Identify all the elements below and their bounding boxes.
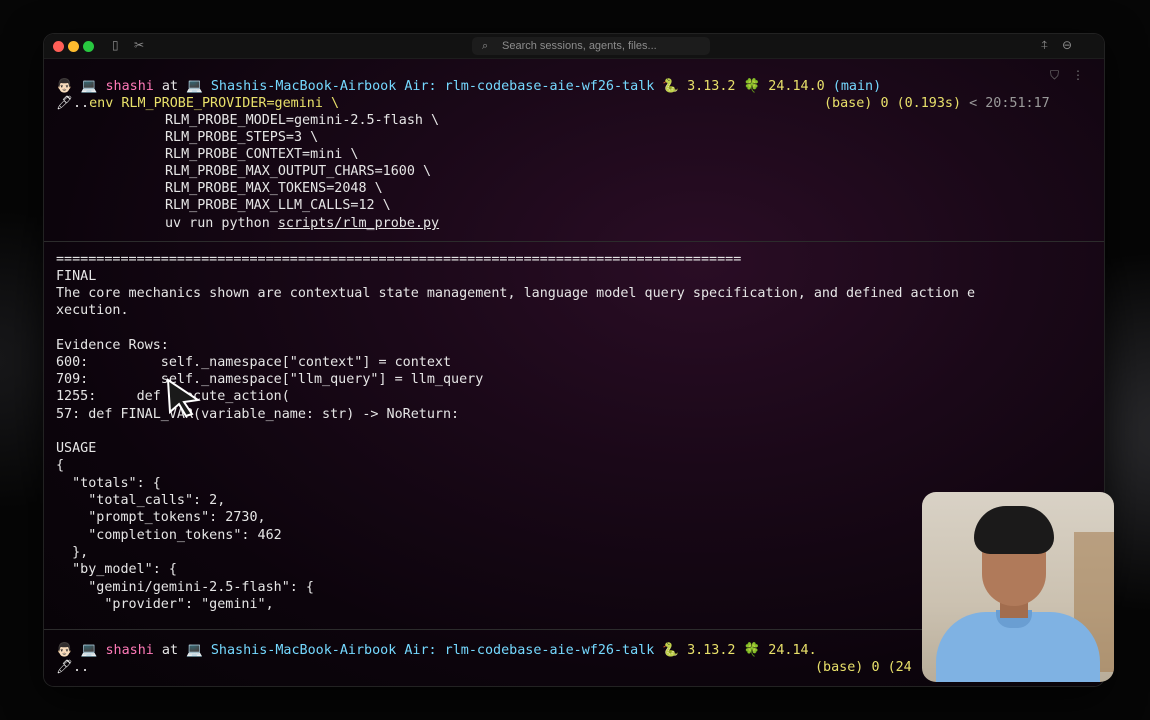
prompt-emoji: 👨🏻 💻 <box>56 643 98 658</box>
block-divider <box>44 241 1104 242</box>
command-first: env RLM_PROBE_PROVIDER=gemini \ <box>89 96 340 111</box>
prompt-host: Shashis-MacBook-Airbook Air: <box>210 79 437 94</box>
evidence-label: Evidence Rows: <box>56 338 169 353</box>
prompt-at: at <box>161 643 179 658</box>
python-version: 3.13.2 <box>687 79 736 94</box>
command-arg: RLM_PROBE_MAX_TOKENS=2048 \ <box>165 181 383 196</box>
status-env: (base) <box>815 660 864 675</box>
python-icon: 🐍 <box>662 79 680 94</box>
usage-json-line: }, <box>56 545 89 560</box>
maximize-window-button[interactable] <box>83 41 94 52</box>
node-icon: 🍀 <box>743 79 761 94</box>
mouse-pointer-icon <box>166 378 201 418</box>
command-arg: RLM_PROBE_CONTEXT=mini \ <box>165 147 359 162</box>
search-icon: ⌕ <box>482 40 489 52</box>
evidence-row: 709: self._namespace["llm_query"] = llm_… <box>56 372 484 387</box>
script-link[interactable]: scripts/rlm_probe.py <box>278 216 439 231</box>
usage-json-line: "total_calls": 2, <box>56 493 226 508</box>
usage-json-line: "completion_tokens": 462 <box>56 528 282 543</box>
new-tab-icon[interactable]: ⍏ <box>1041 38 1048 53</box>
status-env: (base) <box>824 96 873 111</box>
tools-icon[interactable]: ✂ <box>134 38 144 52</box>
node-version: 24.14.0 <box>768 79 825 94</box>
status-code: 0 <box>880 96 889 111</box>
usage-json-line: "totals": { <box>56 476 161 491</box>
command-lead: 🖊.. <box>56 96 90 111</box>
command-arg: RLM_PROBE_STEPS=3 \ <box>165 130 319 145</box>
node-icon: 🍀 <box>743 643 761 658</box>
prompt-line: 👨🏻 💻 shashi at 💻 Shashis-MacBook-Airbook… <box>56 78 881 95</box>
command-run: uv run python scripts/rlm_probe.py <box>165 215 439 232</box>
status-line: (base) 0 (24 <box>815 659 912 676</box>
prompt-directory: rlm-codebase-aie-wf26-talk <box>444 643 655 658</box>
prompt-line: 👨🏻 💻 shashi at 💻 Shashis-MacBook-Airbook… <box>56 642 817 659</box>
webcam-person-hair <box>974 506 1054 554</box>
usage-json-line: "prompt_tokens": 2730, <box>56 510 266 525</box>
tab-overview-icon[interactable]: ⊖ <box>1062 38 1072 52</box>
status-duration: (0.193s) <box>896 96 962 111</box>
status-line: (base) 0 (0.193s) < 20:51:17 <box>824 95 1050 112</box>
final-label: FINAL <box>56 269 97 284</box>
status-clock: < 20:51:17 <box>969 96 1050 111</box>
final-text: The core mechanics shown are contextual … <box>56 286 976 301</box>
filter-icon[interactable]: ⛉ <box>1050 68 1059 83</box>
prompt-directory: rlm-codebase-aie-wf26-talk <box>444 79 655 94</box>
sidebar-toggle-icon[interactable]: ▯ <box>112 38 119 52</box>
usage-json-line: "by_model": { <box>56 562 177 577</box>
prompt-host: Shashis-MacBook-Airbook Air: <box>210 643 437 658</box>
usage-label: USAGE <box>56 441 97 456</box>
command-line: 🖊..env RLM_PROBE_PROVIDER=gemini \ <box>56 95 339 112</box>
search-input[interactable]: ⌕ Search sessions, agents, files... <box>472 37 710 55</box>
usage-json-line: "gemini/gemini-2.5-flash": { <box>56 580 314 595</box>
status-duration: (24 <box>887 660 912 675</box>
search-placeholder: Search sessions, agents, files... <box>502 40 657 52</box>
command-arg: RLM_PROBE_MAX_LLM_CALLS=12 \ <box>165 198 391 213</box>
status-code: 0 <box>871 660 880 675</box>
laptop-icon: 💻 <box>186 643 203 658</box>
minimize-window-button[interactable] <box>68 41 79 52</box>
webcam-overlay <box>922 492 1114 682</box>
python-version: 3.13.2 <box>687 643 736 658</box>
command-arg: RLM_PROBE_MODEL=gemini-2.5-flash \ <box>165 113 440 128</box>
laptop-icon: 💻 <box>186 79 203 94</box>
close-window-button[interactable] <box>53 41 64 52</box>
more-options-icon[interactable]: ⋮ <box>1072 68 1084 82</box>
git-branch: (main) <box>832 79 882 94</box>
prompt-at: at <box>161 79 179 94</box>
output-separator: ========================================… <box>56 252 742 267</box>
usage-json-line: { <box>56 458 65 473</box>
prompt-input-line[interactable]: 🖊.. <box>56 659 89 676</box>
command-arg: RLM_PROBE_MAX_OUTPUT_CHARS=1600 \ <box>165 164 432 179</box>
run-prefix: uv run python <box>165 216 278 231</box>
final-text-cont: xecution. <box>56 303 129 318</box>
prompt-emoji: 👨🏻 💻 <box>56 79 98 94</box>
usage-json-line: "provider": "gemini", <box>56 597 274 612</box>
python-icon: 🐍 <box>662 643 680 658</box>
prompt-user: shashi <box>105 79 154 94</box>
evidence-row: 600: self._namespace["context"] = contex… <box>56 355 452 370</box>
prompt-user: shashi <box>105 643 154 658</box>
evidence-row: 57: def FINAL_VAR(variable_name: str) ->… <box>56 407 460 422</box>
node-version: 24.14. <box>768 643 817 658</box>
title-bar: ▯ ✂ ⌕ Search sessions, agents, files... … <box>44 34 1104 59</box>
